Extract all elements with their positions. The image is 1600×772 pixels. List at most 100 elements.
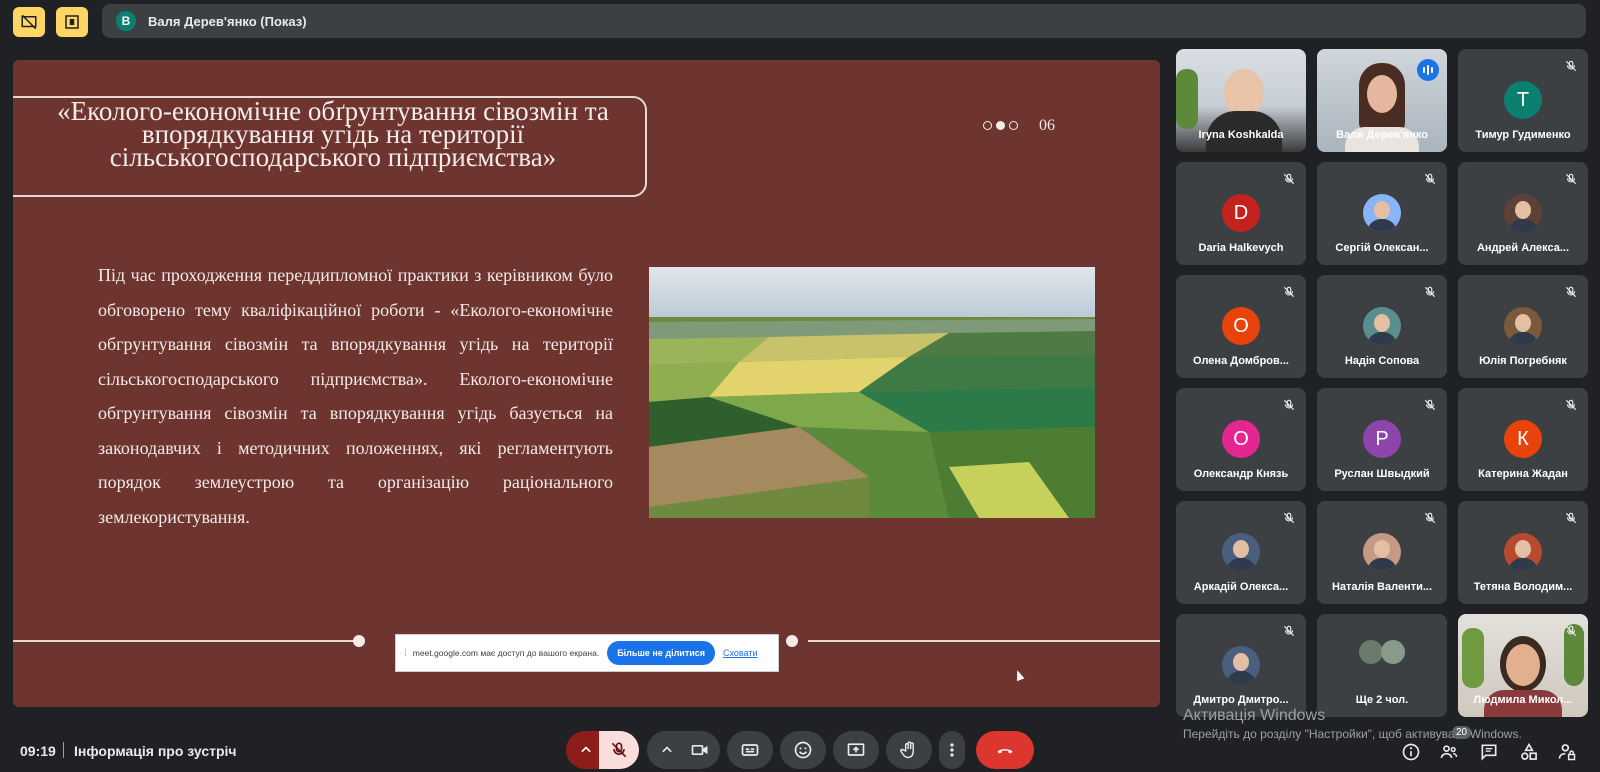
participant-tile[interactable]: Т Тимур Гудименко (1458, 49, 1588, 152)
hide-self-view-button[interactable] (13, 7, 45, 37)
participant-name: Руслан Швыдкий (1334, 468, 1430, 480)
participant-tile[interactable]: Ще 2 чол. (1317, 614, 1447, 717)
participant-photo-body (1367, 219, 1397, 232)
video-feed-person (1367, 75, 1397, 113)
mic-off-icon (1283, 173, 1295, 185)
participant-photo-head (1515, 314, 1531, 332)
mic-off-icon (1565, 625, 1577, 637)
pin-layout-icon (65, 15, 79, 29)
meeting-details-button[interactable] (1400, 741, 1422, 763)
participant-tile[interactable]: Iryna Koshkalda (1176, 49, 1306, 152)
participant-photo-head (1374, 201, 1390, 219)
participant-name: Дмитро Дмитро... (1193, 694, 1289, 706)
participant-photo-body (1367, 332, 1397, 345)
emoji-icon (794, 741, 812, 759)
participant-photo (1363, 533, 1401, 571)
clock: 09:19 (20, 743, 56, 759)
microphone-button[interactable] (599, 731, 639, 769)
mic-off-icon (611, 742, 627, 758)
mic-off-icon (1283, 286, 1295, 298)
participant-tile[interactable]: Людмила Микол... (1458, 614, 1588, 717)
presenter-bar: В Валя Дерев'янко (Показ) (102, 4, 1586, 38)
dot-active (996, 121, 1005, 130)
participant-tile[interactable]: Валя Дерев'янко (1317, 49, 1447, 152)
slide-line-left (13, 640, 363, 642)
mic-off-icon (1283, 512, 1295, 524)
shared-screen: «Еколого-економічне обґрунтування сівозм… (13, 60, 1160, 707)
participant-name: Аркадій Олекса... (1193, 581, 1289, 593)
raise-hand-button[interactable] (886, 731, 932, 769)
participant-avatar: К (1504, 420, 1542, 458)
participant-name: Iryna Koshkalda (1198, 129, 1284, 141)
video-feed-plant (1462, 628, 1484, 688)
stop-sharing-button[interactable]: Більше не ділитися (607, 641, 716, 665)
participant-name: Ще 2 чол. (1355, 694, 1409, 706)
participant-name: Олена Домбров... (1193, 355, 1289, 367)
presenter-name: Валя Дерев'янко (Показ) (148, 13, 307, 29)
more-options-button[interactable] (939, 731, 965, 769)
captions-button[interactable] (727, 731, 773, 769)
camera-button[interactable] (680, 731, 720, 769)
participant-name: Тимур Гудименко (1475, 129, 1571, 141)
people-icon (1440, 745, 1458, 758)
dot (983, 121, 992, 130)
participant-name: Тетяна Володим... (1473, 581, 1573, 593)
participant-tile[interactable]: Надія Сопова (1317, 275, 1447, 378)
participant-tile[interactable]: D Daria Halkevych (1176, 162, 1306, 265)
mic-off-icon (1565, 173, 1577, 185)
participant-photo-head (1233, 540, 1249, 558)
mic-off-icon (1424, 399, 1436, 411)
present-screen-button[interactable] (833, 731, 879, 769)
participant-photo-body (1508, 558, 1538, 571)
reactions-button[interactable] (780, 731, 826, 769)
participant-photo-body (1508, 332, 1538, 345)
mic-off-icon (1565, 286, 1577, 298)
more-avatars (1359, 640, 1383, 664)
speaking-indicator-icon (1417, 59, 1439, 81)
video-feed-plant (1176, 69, 1198, 129)
participant-tile[interactable]: К Катерина Жадан (1458, 388, 1588, 491)
participant-photo-head (1374, 540, 1390, 558)
participant-avatar: Т (1504, 81, 1542, 119)
chat-button[interactable] (1478, 741, 1500, 763)
shapes-icon (1521, 742, 1537, 760)
host-controls-button[interactable] (1556, 741, 1578, 763)
meeting-info-link[interactable]: Інформація про зустріч (74, 743, 237, 759)
participant-tile[interactable]: О Олена Домбров... (1176, 275, 1306, 378)
chevron-up-icon (662, 746, 672, 753)
mic-off-icon (1424, 173, 1436, 185)
mic-off-icon (1424, 512, 1436, 524)
participant-tile[interactable]: Сергій Олексан... (1317, 162, 1447, 265)
hang-up-icon (997, 749, 1013, 754)
participant-tile[interactable]: Андрей Алекса... (1458, 162, 1588, 265)
participant-tile[interactable]: Р Руслан Швыдкий (1317, 388, 1447, 491)
activities-button[interactable] (1518, 741, 1540, 763)
participant-tile[interactable]: Наталія Валенти... (1317, 501, 1447, 604)
participant-photo (1222, 646, 1260, 684)
slide-line-handle (353, 635, 365, 647)
participant-tile[interactable]: Юлія Погребняк (1458, 275, 1588, 378)
participant-tile[interactable]: Тетяна Володим... (1458, 501, 1588, 604)
participant-tile[interactable]: О Олександр Князь (1176, 388, 1306, 491)
participant-photo-body (1226, 671, 1256, 684)
participant-name: Катерина Жадан (1478, 468, 1568, 480)
hide-banner-link[interactable]: Сховати (723, 648, 758, 658)
aerial-fields-photo (649, 267, 1095, 518)
divider (63, 742, 64, 758)
people-button[interactable] (1438, 741, 1460, 763)
mic-off-icon (1283, 399, 1295, 411)
participant-name: Людмила Микол... (1473, 694, 1573, 706)
layout-button[interactable] (56, 7, 88, 37)
drag-handle-icon[interactable]: ⁞ (404, 648, 407, 659)
slide-title: «Еколого-економічне обґрунтування сівозм… (57, 96, 609, 172)
participant-photo-body (1508, 219, 1538, 232)
participant-name: Юлія Погребняк (1479, 355, 1567, 367)
participant-tile[interactable]: Аркадій Олекса... (1176, 501, 1306, 604)
participant-name: Валя Дерев'янко (1336, 129, 1428, 141)
participant-tile[interactable]: Дмитро Дмитро... (1176, 614, 1306, 717)
participant-name: Олександр Князь (1193, 468, 1289, 480)
leave-call-button[interactable] (976, 731, 1034, 769)
participant-photo-body (1226, 558, 1256, 571)
screen-share-banner: ⁞ meet.google.com має доступ до вашого е… (395, 634, 779, 672)
mic-off-icon (1565, 512, 1577, 524)
